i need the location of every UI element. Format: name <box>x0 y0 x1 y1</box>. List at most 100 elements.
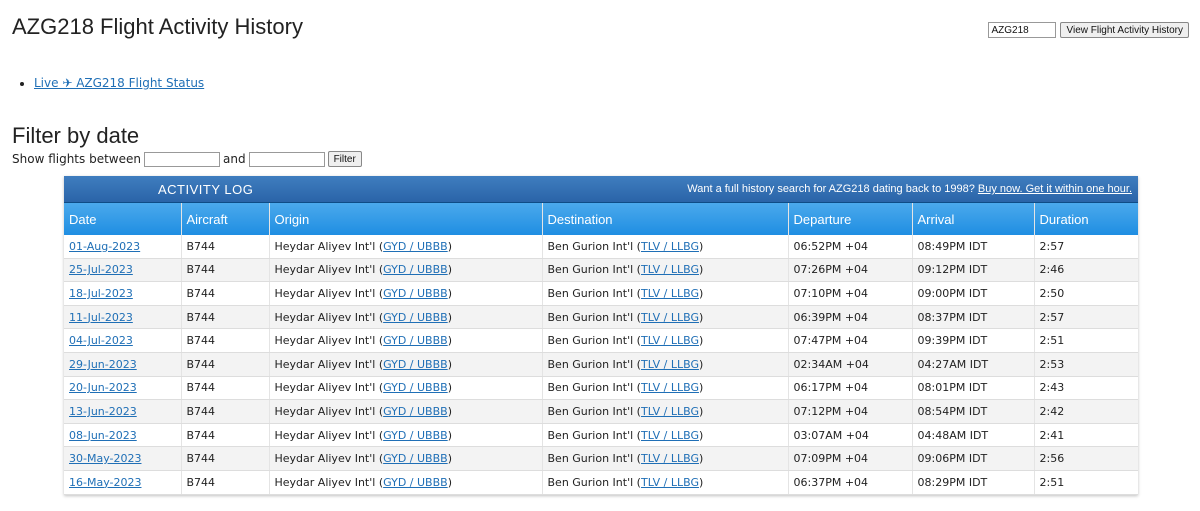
duration-cell: 2:51 <box>1033 328 1138 353</box>
destination-airport-link[interactable]: TLV / LLBG <box>641 358 699 371</box>
duration-cell: 2:57 <box>1033 235 1138 259</box>
origin-name: Heydar Aliyev Int'l <box>274 475 376 489</box>
flight-date-link[interactable]: 20-Jun-2023 <box>69 381 137 394</box>
date-cell: 11-Jul-2023 <box>64 305 181 330</box>
date-filter-form: Show flights between and Filter <box>12 151 362 167</box>
table-row: 30-May-2023 B744 Heydar Aliyev Int'l (GYD … <box>64 446 1138 471</box>
arrival-cell: 09:00PM IDT <box>911 281 1034 306</box>
table-row: 25-Jul-2023 B744 Heydar Aliyev Int'l (GYD … <box>64 258 1138 283</box>
date-cell: 18-Jul-2023 <box>64 281 181 306</box>
date-from-input[interactable] <box>143 151 220 167</box>
origin-name: Heydar Aliyev Int'l <box>274 404 376 418</box>
flight-date-link[interactable]: 30-May-2023 <box>69 452 141 465</box>
date-to-input[interactable] <box>248 151 325 167</box>
origin-airport-link[interactable]: GYD / UBBB <box>383 287 448 300</box>
flight-date-link[interactable]: 04-Jul-2023 <box>69 334 133 347</box>
destination-airport-link[interactable]: TLV / LLBG <box>641 429 699 442</box>
table-row: 13-Jun-2023 B744 Heydar Aliyev Int'l (GYD … <box>64 399 1138 424</box>
destination-airport-link[interactable]: TLV / LLBG <box>641 287 699 300</box>
aircraft-cell: B744 <box>180 446 269 471</box>
origin-airport-link[interactable]: GYD / UBBB <box>383 358 448 371</box>
origin-cell: Heydar Aliyev Int'l (GYD / UBBB) <box>268 376 542 401</box>
origin-cell: Heydar Aliyev Int'l (GYD / UBBB) <box>268 423 542 448</box>
origin-name: Heydar Aliyev Int'l <box>274 239 376 253</box>
date-cell: 16-May-2023 <box>64 470 181 495</box>
aircraft-cell: B744 <box>180 376 269 401</box>
origin-cell: Heydar Aliyev Int'l (GYD / UBBB) <box>268 399 542 424</box>
destination-cell: Ben Gurion Int'l (TLV / LLBG) <box>541 305 788 330</box>
origin-airport-link[interactable]: GYD / UBBB <box>383 476 448 489</box>
origin-airport-link[interactable]: GYD / UBBB <box>383 311 448 324</box>
origin-cell: Heydar Aliyev Int'l (GYD / UBBB) <box>268 305 542 330</box>
show-flights-label: Show flights between <box>12 152 141 166</box>
origin-airport-link[interactable]: GYD / UBBB <box>383 381 448 394</box>
departure-cell: 07:09PM +04 <box>787 446 912 471</box>
destination-airport-link[interactable]: TLV / LLBG <box>641 405 699 418</box>
flight-date-link[interactable]: 11-Jul-2023 <box>69 311 133 324</box>
destination-airport-link[interactable]: TLV / LLBG <box>641 476 699 489</box>
arrival-cell: 04:48AM IDT <box>911 423 1034 448</box>
destination-airport-link[interactable]: TLV / LLBG <box>641 240 699 253</box>
origin-airport-link[interactable]: GYD / UBBB <box>383 452 448 465</box>
flight-ident-input[interactable] <box>988 22 1057 38</box>
flight-date-link[interactable]: 13-Jun-2023 <box>69 405 137 418</box>
origin-cell: Heydar Aliyev Int'l (GYD / UBBB) <box>268 470 542 495</box>
arrival-cell: 08:01PM IDT <box>911 376 1034 401</box>
buy-now-link[interactable]: Buy now. Get it within one hour. <box>978 183 1132 195</box>
destination-name: Ben Gurion Int'l <box>547 357 634 371</box>
flight-date-link[interactable]: 16-May-2023 <box>69 476 141 489</box>
view-history-button[interactable]: View Flight Activity History <box>1060 22 1189 38</box>
flight-date-link[interactable]: 29-Jun-2023 <box>69 358 137 371</box>
table-row: 04-Jul-2023 B744 Heydar Aliyev Int'l (GYD … <box>64 328 1138 353</box>
aircraft-cell: B744 <box>180 399 269 424</box>
origin-airport-link[interactable]: GYD / UBBB <box>383 263 448 276</box>
flight-date-link[interactable]: 08-Jun-2023 <box>69 429 137 442</box>
origin-airport-link[interactable]: GYD / UBBB <box>383 240 448 253</box>
destination-airport-link[interactable]: TLV / LLBG <box>641 311 699 324</box>
date-cell: 04-Jul-2023 <box>64 328 181 353</box>
column-header-departure: Departure <box>787 203 912 235</box>
departure-cell: 03:07AM +04 <box>787 423 912 448</box>
duration-cell: 2:46 <box>1033 258 1138 283</box>
origin-airport-link[interactable]: GYD / UBBB <box>383 429 448 442</box>
aircraft-cell: B744 <box>180 352 269 377</box>
date-cell: 20-Jun-2023 <box>64 376 181 401</box>
duration-cell: 2:41 <box>1033 423 1138 448</box>
destination-name: Ben Gurion Int'l <box>547 239 634 253</box>
origin-name: Heydar Aliyev Int'l <box>274 428 376 442</box>
aircraft-cell: B744 <box>180 423 269 448</box>
flight-date-link[interactable]: 18-Jul-2023 <box>69 287 133 300</box>
column-header-arrival: Arrival <box>911 203 1034 235</box>
column-header-origin: Origin <box>268 203 542 235</box>
flight-date-link[interactable]: 01-Aug-2023 <box>69 240 140 253</box>
destination-airport-link[interactable]: TLV / LLBG <box>641 452 699 465</box>
destination-airport-link[interactable]: TLV / LLBG <box>641 334 699 347</box>
date-cell: 08-Jun-2023 <box>64 423 181 448</box>
table-row: 01-Aug-2023 B744 Heydar Aliyev Int'l (GYD … <box>64 235 1138 259</box>
departure-cell: 02:34AM +04 <box>787 352 912 377</box>
origin-airport-link[interactable]: GYD / UBBB <box>383 334 448 347</box>
destination-airport-link[interactable]: TLV / LLBG <box>641 263 699 276</box>
destination-cell: Ben Gurion Int'l (TLV / LLBG) <box>541 281 788 306</box>
table-row: 08-Jun-2023 B744 Heydar Aliyev Int'l (GYD … <box>64 423 1138 448</box>
origin-cell: Heydar Aliyev Int'l (GYD / UBBB) <box>268 328 542 353</box>
origin-airport-link[interactable]: GYD / UBBB <box>383 405 448 418</box>
column-header-destination: Destination <box>541 203 788 235</box>
departure-cell: 06:17PM +04 <box>787 376 912 401</box>
activity-log-title: ACTIVITY LOG <box>158 181 254 197</box>
departure-cell: 07:12PM +04 <box>787 399 912 424</box>
destination-airport-link[interactable]: TLV / LLBG <box>641 381 699 394</box>
flight-search-form: View Flight Activity History <box>988 22 1189 38</box>
origin-name: Heydar Aliyev Int'l <box>274 263 376 277</box>
table-row: 18-Jul-2023 B744 Heydar Aliyev Int'l (GYD … <box>64 281 1138 306</box>
column-header-aircraft: Aircraft <box>180 203 269 235</box>
live-flight-status-link[interactable]: Live ✈ AZG218 Flight Status <box>34 76 204 90</box>
origin-name: Heydar Aliyev Int'l <box>274 286 376 300</box>
destination-cell: Ben Gurion Int'l (TLV / LLBG) <box>541 328 788 353</box>
column-header-date: Date <box>69 211 97 227</box>
promo-text: Want a full history search for AZG218 da… <box>687 183 975 195</box>
table-row: 11-Jul-2023 B744 Heydar Aliyev Int'l (GYD … <box>64 305 1138 330</box>
filter-button[interactable]: Filter <box>327 151 362 167</box>
destination-cell: Ben Gurion Int'l (TLV / LLBG) <box>541 470 788 495</box>
flight-date-link[interactable]: 25-Jul-2023 <box>69 263 133 276</box>
